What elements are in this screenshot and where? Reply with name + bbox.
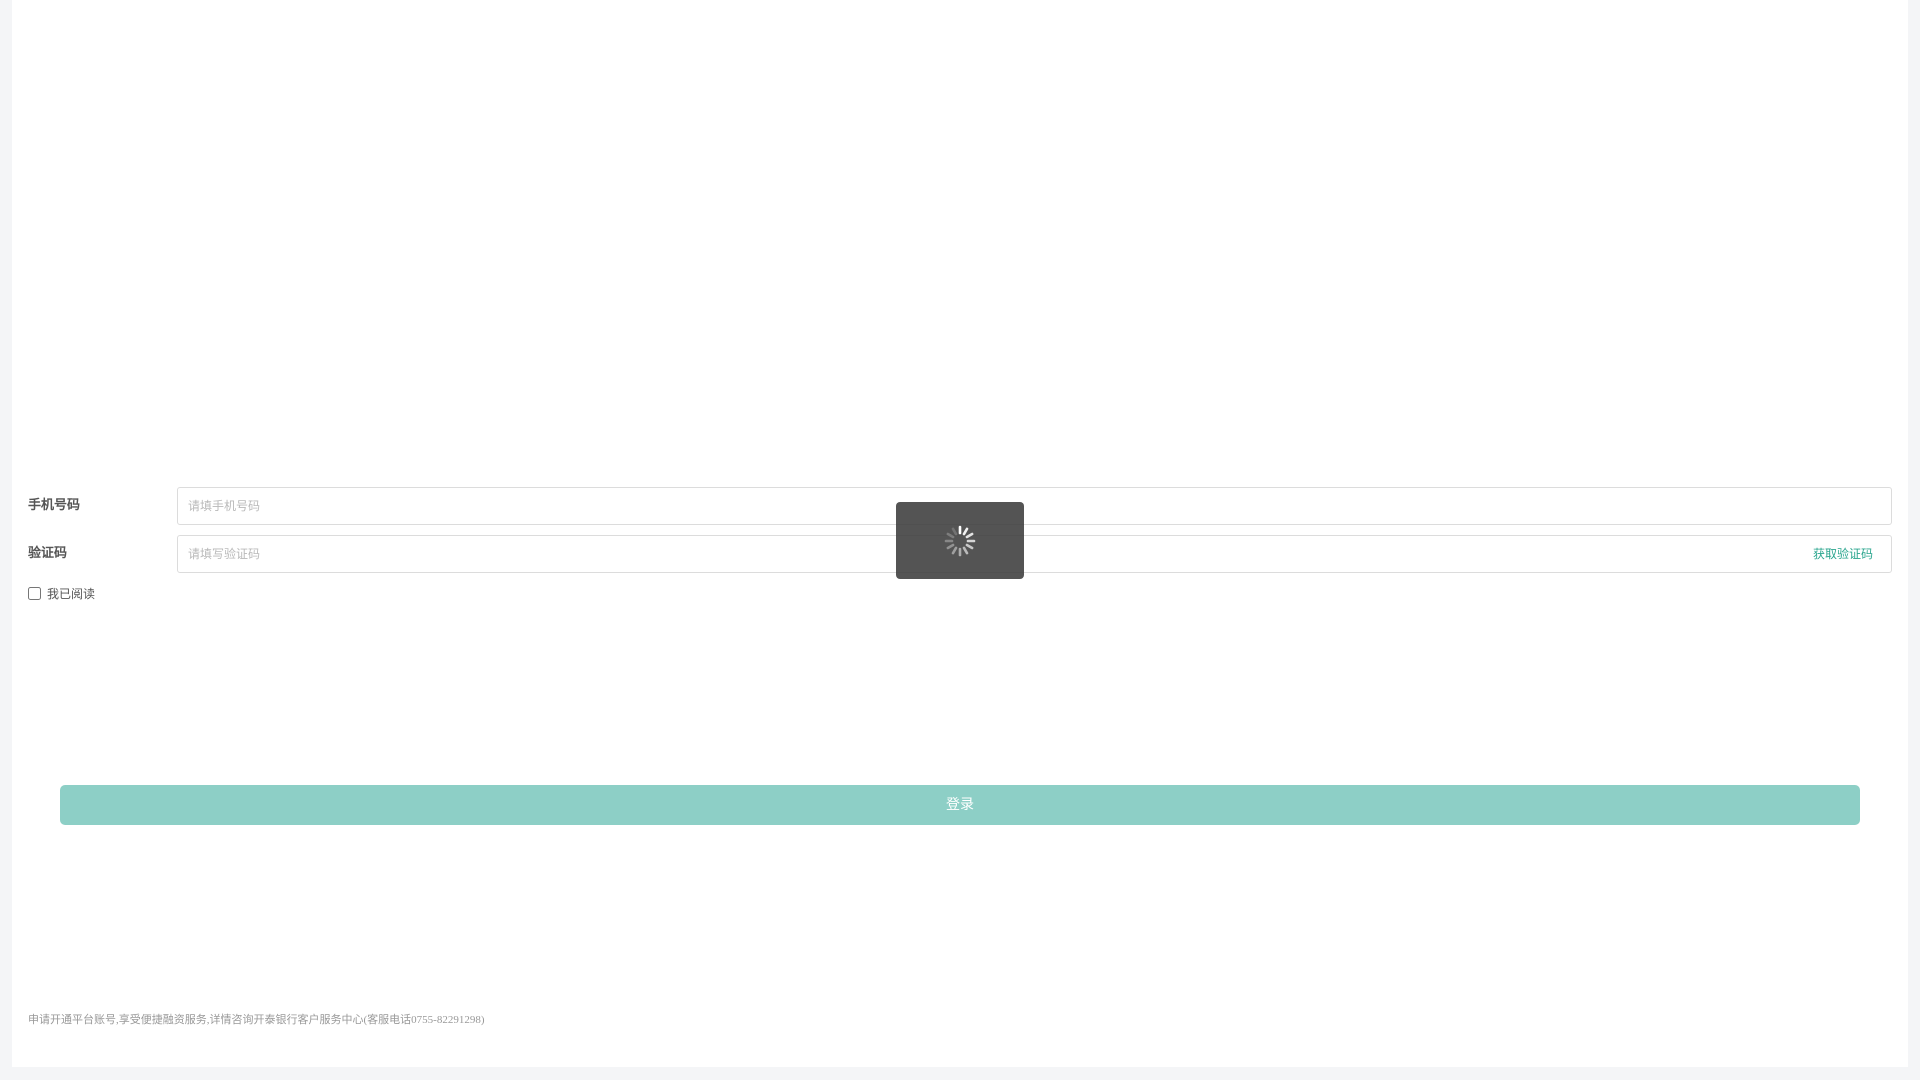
scrollbar[interactable] — [1910, 0, 1920, 1080]
loading-toast — [896, 502, 1024, 579]
code-label: 验证码 — [28, 546, 68, 561]
agree-row[interactable]: 我已阅读 — [28, 585, 95, 601]
get-code-button[interactable]: 获取验证码 — [1813, 536, 1873, 572]
footer-note: 申请开通平台账号,享受便捷融资服务,详情咨询开泰银行客户服务中心(客服电话075… — [28, 1014, 485, 1026]
phone-input[interactable] — [178, 488, 1891, 524]
code-input[interactable] — [178, 536, 1891, 572]
spinner-icon — [944, 525, 976, 556]
phone-input-box — [177, 487, 1892, 525]
phone-label: 手机号码 — [28, 498, 81, 513]
agree-label: 我已阅读 — [47, 586, 96, 601]
code-input-box: 获取验证码 — [177, 535, 1892, 573]
agree-checkbox[interactable] — [28, 586, 41, 600]
login-button[interactable]: 登录 — [60, 785, 1860, 825]
